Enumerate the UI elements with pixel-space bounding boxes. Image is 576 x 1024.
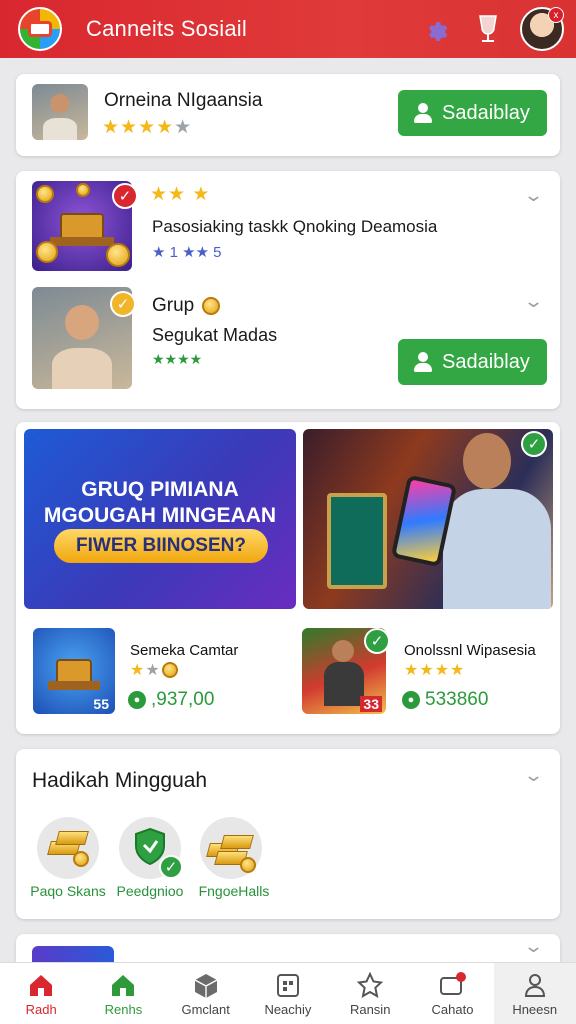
- reward-gold-bars[interactable]: [200, 817, 262, 879]
- chat-icon: ●: [402, 691, 420, 709]
- promo-banner-title: GRUQ PIMIANA MGOUGAH MINGEAAN: [43, 478, 277, 527]
- game-name: Onolssnl Wipasesia: [404, 642, 536, 659]
- task-stars-top: ★★ ★: [150, 184, 211, 205]
- goblet-icon[interactable]: [462, 7, 514, 51]
- gear-icon[interactable]: [410, 7, 462, 51]
- chevron-down-icon[interactable]: ⌄: [523, 765, 544, 786]
- featured-rating: ★★★★★: [102, 117, 193, 138]
- profile-avatar[interactable]: x: [520, 7, 564, 51]
- coin-icon: [202, 297, 220, 315]
- promo-cta-button[interactable]: FIWER BIINOSEN?: [54, 529, 268, 563]
- promo-banner[interactable]: GRUQ PIMIANA MGOUGAH MINGEAAN FIWER BIIN…: [24, 429, 296, 609]
- game-rating: ★★: [130, 662, 161, 679]
- reward-label: FngoeHalls: [198, 883, 270, 899]
- person-icon: [524, 973, 545, 997]
- tasks-card: ✓ ★★ ★ Pasosiaking taskk Qnoking Deamosi…: [16, 171, 560, 409]
- chat-icon: [440, 971, 467, 995]
- cube-icon: [194, 973, 217, 998]
- app-header: Canneits Sosiail x: [0, 0, 576, 58]
- check-icon: ✓: [112, 183, 138, 209]
- task-title: Pasosiaking taskk Qnoking Deamosia: [152, 217, 438, 236]
- nav-item-cahato[interactable]: Cahato: [411, 963, 493, 1024]
- notification-badge: x: [548, 7, 564, 23]
- check-icon: ✓: [364, 628, 390, 654]
- check-icon: ✓: [159, 855, 183, 879]
- app-logo[interactable]: [18, 7, 62, 51]
- chat-icon: ●: [128, 691, 146, 709]
- reward-shield[interactable]: ✓: [119, 817, 183, 879]
- home-icon: [30, 974, 53, 996]
- game-thumb-badge: 55: [93, 696, 109, 712]
- game-price: ● ,937,00: [128, 689, 214, 711]
- person-icon: [414, 352, 432, 372]
- nav-item-hneesn[interactable]: Hneesn: [493, 963, 576, 1024]
- coin-icon: [162, 662, 178, 678]
- group-subscribe-button[interactable]: Sadaiblay: [398, 339, 547, 385]
- chevron-down-icon[interactable]: ⌄: [523, 291, 544, 312]
- reward-gold-bars[interactable]: [37, 817, 99, 879]
- game-thumb-badge: 33: [360, 696, 382, 712]
- featured-card: Orneina NIgaansia ★★★★★ Sadaiblay: [16, 74, 560, 156]
- app-title: Canneits Sosiail: [86, 16, 247, 41]
- featured-name: Orneina NIgaansia: [104, 90, 263, 111]
- check-icon: ✓: [110, 291, 136, 317]
- nav-item-gmclant[interactable]: Gmclant: [165, 963, 247, 1024]
- group-rating: ★★★★: [152, 351, 203, 367]
- weekly-card: Hadikah Mingguah ⌄ Paqo Skans ✓ Peedgnio…: [16, 749, 560, 919]
- person-icon: [414, 103, 432, 123]
- featured-subscribe-button[interactable]: Sadaiblay: [398, 90, 547, 136]
- bottom-nav: Radh Renhs Gmclant Neachiy Ransin Cahato…: [0, 962, 576, 1024]
- weekly-title: Hadikah Mingguah: [32, 769, 208, 792]
- nav-item-renhs[interactable]: Renhs: [82, 963, 164, 1024]
- game-name: Semeka Camtar: [130, 642, 239, 659]
- nav-item-ransin[interactable]: Ransin: [329, 963, 411, 1024]
- nav-item-neachiy[interactable]: Neachiy: [247, 963, 329, 1024]
- chevron-down-icon[interactable]: ⌄: [523, 185, 544, 206]
- game-price: ● 533860: [402, 689, 488, 711]
- task-sub-rating: ★ 1 ★★ 5: [152, 244, 222, 261]
- calendar-icon: [276, 973, 299, 997]
- group-title: Grup: [152, 295, 195, 316]
- chevron-down-icon[interactable]: ⌄: [523, 936, 544, 957]
- nav-item-radh[interactable]: Radh: [0, 963, 82, 1024]
- check-icon: ✓: [521, 431, 547, 457]
- star-icon: [356, 971, 384, 998]
- group-subtitle: Segukat Madas: [152, 325, 278, 345]
- game-rating: ★★★★: [404, 662, 466, 679]
- home-icon: [112, 974, 135, 996]
- promo-photo[interactable]: ✓: [303, 429, 553, 609]
- featured-avatar: [32, 84, 88, 140]
- game-thumbnail[interactable]: 55: [33, 628, 115, 714]
